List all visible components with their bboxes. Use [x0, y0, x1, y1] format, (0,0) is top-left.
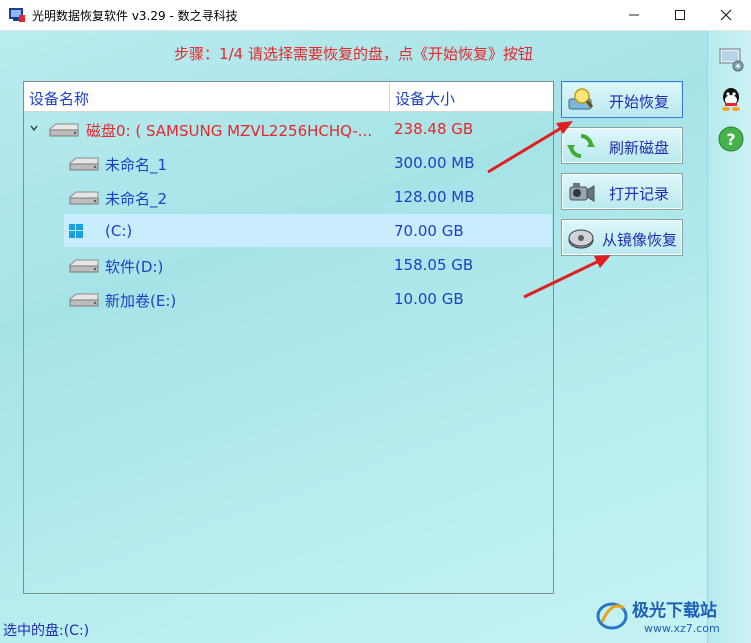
refresh-icon [567, 134, 595, 158]
drive-icon [69, 191, 99, 205]
device-name: 新加卷(E:) [105, 292, 177, 310]
start-recovery-label: 开始恢复 [609, 93, 670, 111]
open-record-button[interactable]: 打开记录 [561, 173, 683, 210]
table-row-selected[interactable]: (C:) 70.00 GB [24, 214, 553, 248]
minimize-button[interactable] [611, 0, 657, 30]
window-title: 光明数据恢复软件 v3.29 - 数之寻科技 [32, 9, 238, 23]
step-instruction: 步骤：1/4 请选择需要恢复的盘，点《开始恢复》按钮 [174, 45, 533, 63]
device-name: 磁盘0: ( SAMSUNG MZVL2256HCHQ-... [86, 122, 373, 140]
close-icon [720, 9, 732, 21]
hard-disk-icon [49, 123, 79, 137]
right-sidebar: ? [707, 31, 751, 643]
title-bar: 光明数据恢复软件 v3.29 - 数之寻科技 [0, 0, 751, 31]
table-row-disk[interactable]: 磁盘0: ( SAMSUNG MZVL2256HCHQ-... 238.48 G… [24, 112, 553, 146]
watermark-logo: 极光下载站 www.xz7.com [596, 600, 720, 635]
drive-icon [69, 157, 99, 171]
svg-text:?: ? [726, 130, 735, 149]
qq-icon[interactable] [717, 85, 745, 113]
main-area: 步骤：1/4 请选择需要恢复的盘，点《开始恢复》按钮 设备名称 设备大小 磁盘0… [0, 31, 707, 643]
device-size: 238.48 GB [394, 120, 474, 138]
start-recovery-button[interactable]: 开始恢复 [561, 81, 683, 118]
table-row-partition[interactable]: 未命名_1 300.00 MB [24, 146, 553, 180]
close-button[interactable] [703, 0, 749, 30]
device-name: 未命名_2 [105, 190, 168, 208]
column-divider [389, 82, 390, 111]
column-header-size[interactable]: 设备大小 [395, 88, 455, 109]
maximize-button[interactable] [657, 0, 703, 30]
device-name: 未命名_1 [105, 156, 168, 174]
device-name: 软件(D:) [105, 258, 164, 276]
status-text: 选中的盘:(C:) [3, 623, 90, 639]
refresh-disk-button[interactable]: 刷新磁盘 [561, 127, 683, 164]
table-row-partition[interactable]: 未命名_2 128.00 MB [24, 180, 553, 214]
disk-image-icon [568, 229, 594, 249]
settings-icon[interactable] [717, 45, 745, 73]
camera-icon [569, 183, 595, 202]
watermark-brand: 极光下载站 [632, 600, 717, 621]
windows-icon [69, 224, 83, 238]
refresh-disk-label: 刷新磁盘 [609, 139, 670, 157]
device-size: 158.05 GB [394, 256, 474, 274]
device-size: 70.00 GB [394, 222, 464, 240]
open-record-label: 打开记录 [609, 185, 670, 203]
list-header: 设备名称 设备大小 [24, 82, 553, 112]
maximize-icon [675, 10, 685, 20]
column-header-name[interactable]: 设备名称 [29, 88, 89, 109]
recover-from-image-label: 从镜像恢复 [602, 231, 678, 249]
recover-from-image-button[interactable]: 从镜像恢复 [561, 219, 683, 256]
drive-icon [69, 293, 99, 307]
selection-highlight [64, 214, 552, 247]
minimize-icon [629, 14, 639, 16]
magnifier-icon [568, 88, 594, 110]
device-size: 10.00 GB [394, 290, 464, 308]
device-list[interactable]: 设备名称 设备大小 磁盘0: ( SAMSUNG MZVL2256HCHQ-..… [23, 81, 554, 594]
expand-arrow-icon[interactable] [29, 123, 39, 133]
drive-icon [69, 259, 99, 273]
help-icon[interactable]: ? [717, 125, 745, 153]
device-name: (C:) [105, 222, 133, 240]
table-row-partition[interactable]: 软件(D:) 158.05 GB [24, 248, 553, 282]
device-size: 128.00 MB [394, 188, 475, 206]
app-icon [9, 8, 25, 22]
watermark-url: www.xz7.com [644, 622, 720, 635]
table-row-partition[interactable]: 新加卷(E:) 10.00 GB [24, 282, 553, 316]
device-size: 300.00 MB [394, 154, 475, 172]
